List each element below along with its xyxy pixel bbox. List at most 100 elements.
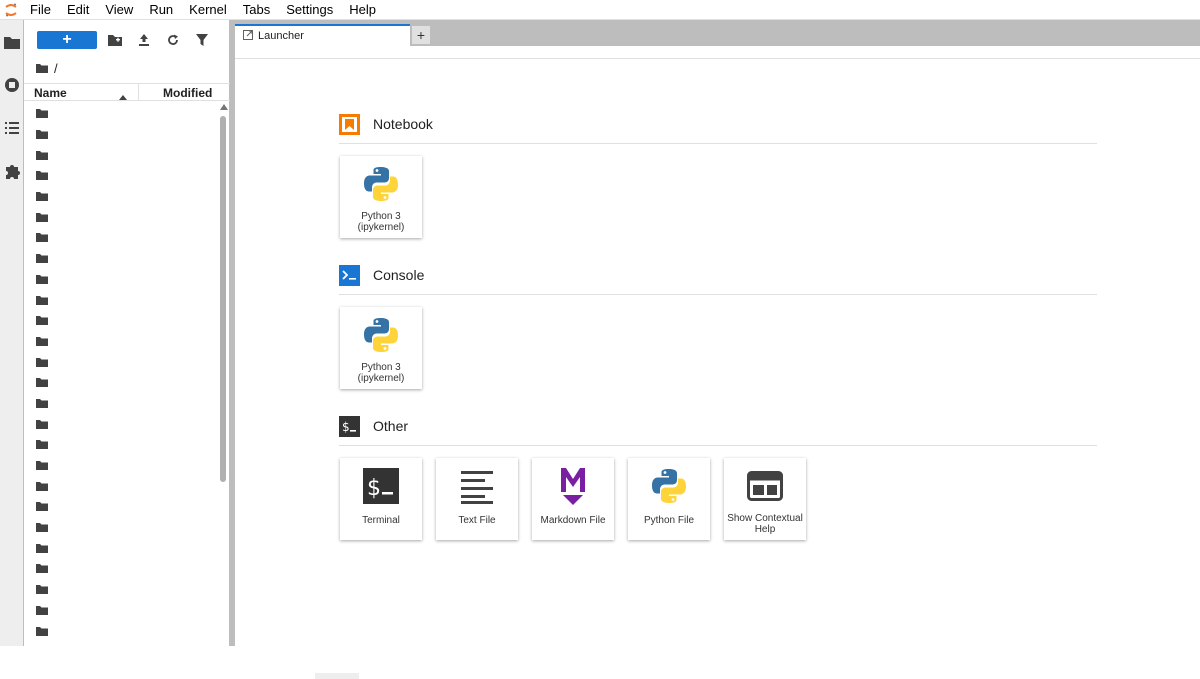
scroll-thumb[interactable] xyxy=(220,116,226,482)
upload-icon[interactable] xyxy=(136,32,152,48)
file-list-row[interactable] xyxy=(24,104,218,125)
card-label-line1: Show Contextual xyxy=(727,513,803,524)
filter-icon[interactable] xyxy=(194,32,210,48)
card-python-file[interactable]: Python File xyxy=(628,458,710,540)
folder-icon xyxy=(36,314,48,328)
folder-icon xyxy=(36,169,48,183)
file-list-row[interactable] xyxy=(24,311,218,332)
new-folder-icon[interactable] xyxy=(107,32,123,48)
table-of-contents-icon[interactable] xyxy=(2,118,22,138)
new-launcher-button[interactable]: + xyxy=(37,31,97,49)
folder-icon xyxy=(36,542,48,556)
card-notebook-python3[interactable]: Python 3 (ipykernel) xyxy=(340,156,422,238)
notebook-bookmark-icon xyxy=(339,114,360,135)
console-prompt-icon xyxy=(339,265,360,286)
card-label: Terminal xyxy=(340,515,422,526)
folder-icon xyxy=(36,418,48,432)
column-name-header[interactable]: Name xyxy=(34,86,67,100)
card-label: Python 3 (ipykernel) xyxy=(340,362,422,384)
refresh-icon[interactable] xyxy=(165,32,181,48)
menu-run[interactable]: Run xyxy=(141,0,181,20)
menu-bar: File Edit View Run Kernel Tabs Settings … xyxy=(0,0,1200,20)
file-list-row[interactable] xyxy=(24,187,218,208)
file-list-row[interactable] xyxy=(24,538,218,559)
menu-view[interactable]: View xyxy=(97,0,141,20)
file-list-row[interactable] xyxy=(24,145,218,166)
launcher-body: Notebook Python 3 (ipykernel) Console Py… xyxy=(235,58,1200,679)
file-list-row[interactable] xyxy=(24,621,218,642)
menu-tabs[interactable]: Tabs xyxy=(235,0,278,20)
running-kernels-icon[interactable] xyxy=(2,75,22,95)
file-list-row[interactable] xyxy=(24,435,218,456)
card-console-python3[interactable]: Python 3 (ipykernel) xyxy=(340,307,422,389)
sort-ascending-caret-icon[interactable] xyxy=(119,89,127,103)
column-divider[interactable] xyxy=(138,84,139,101)
card-text-file[interactable]: Text File xyxy=(436,458,518,540)
card-label-line1: Text File xyxy=(458,515,496,526)
file-list-row[interactable] xyxy=(24,228,218,249)
file-list-row[interactable] xyxy=(24,290,218,311)
file-list-row[interactable] xyxy=(24,559,218,580)
tab-launcher[interactable]: Launcher xyxy=(235,24,410,46)
folder-icon xyxy=(36,521,48,535)
file-list-row[interactable] xyxy=(24,414,218,435)
card-contextual-help[interactable]: Show Contextual Help xyxy=(724,458,806,540)
card-markdown-file[interactable]: Markdown File xyxy=(532,458,614,540)
file-list-row[interactable] xyxy=(24,249,218,270)
file-list-row[interactable] xyxy=(24,352,218,373)
card-terminal[interactable]: $ Terminal xyxy=(340,458,422,540)
column-modified-header[interactable]: Modified xyxy=(163,86,212,100)
menu-file[interactable]: File xyxy=(22,0,59,20)
card-label-line1: Python 3 xyxy=(361,211,401,222)
file-list-row[interactable] xyxy=(24,518,218,539)
menu-help[interactable]: Help xyxy=(341,0,384,20)
file-list-scrollbar[interactable] xyxy=(218,104,228,646)
folder-icon xyxy=(36,480,48,494)
menu-edit[interactable]: Edit xyxy=(59,0,97,20)
folder-icon xyxy=(36,500,48,514)
menu-settings[interactable]: Settings xyxy=(278,0,341,20)
terminal-dollar-icon: $ xyxy=(339,416,360,437)
file-list-row[interactable] xyxy=(24,270,218,291)
card-label-line2: Help xyxy=(754,524,776,535)
file-list-row[interactable] xyxy=(24,456,218,477)
launcher-panel: Notebook Python 3 (ipykernel) Console Py… xyxy=(235,46,1200,679)
file-browser-panel: + / Name Modified xyxy=(24,20,230,646)
folder-icon xyxy=(36,252,48,266)
extension-manager-puzzle-icon[interactable] xyxy=(2,161,22,181)
scroll-up-arrow-icon[interactable] xyxy=(220,104,228,110)
menu-kernel[interactable]: Kernel xyxy=(181,0,235,20)
status-strip xyxy=(315,673,359,679)
folder-icon xyxy=(36,335,48,349)
file-list-row[interactable] xyxy=(24,166,218,187)
file-list-row[interactable] xyxy=(24,394,218,415)
card-label-line1: Terminal xyxy=(362,515,400,526)
file-browser-toolbar: + xyxy=(24,28,230,52)
breadcrumb: / xyxy=(36,60,58,76)
file-list-row[interactable] xyxy=(24,125,218,146)
card-label: Show Contextual Help xyxy=(724,513,806,535)
file-list-row[interactable] xyxy=(24,332,218,353)
folder-icon xyxy=(36,459,48,473)
file-list-row[interactable] xyxy=(24,497,218,518)
file-list-row[interactable] xyxy=(24,207,218,228)
file-list-row[interactable] xyxy=(24,601,218,622)
section-other: $ Other xyxy=(339,416,1097,446)
file-browser-folder-icon[interactable] xyxy=(2,32,22,52)
tab-label: Launcher xyxy=(258,30,304,42)
new-tab-plus-button[interactable]: + xyxy=(412,26,430,44)
file-list-row[interactable] xyxy=(24,476,218,497)
tab-bar: Launcher + xyxy=(230,20,1200,46)
breadcrumb-root[interactable]: / xyxy=(54,61,58,76)
python-logo-icon xyxy=(361,164,401,204)
folder-icon xyxy=(36,273,48,287)
card-label-line1: Markdown File xyxy=(540,515,606,526)
file-list-row[interactable] xyxy=(24,373,218,394)
breadcrumb-home-folder-icon[interactable] xyxy=(36,61,48,76)
file-list-row[interactable] xyxy=(24,580,218,601)
card-label-line1: Python 3 xyxy=(361,362,401,373)
card-label: Python 3 (ipykernel) xyxy=(340,211,422,233)
file-list xyxy=(24,104,218,646)
folder-icon xyxy=(36,107,48,121)
main-dock-area: Launcher + Notebook Python 3 (ipykernel) xyxy=(230,20,1200,679)
